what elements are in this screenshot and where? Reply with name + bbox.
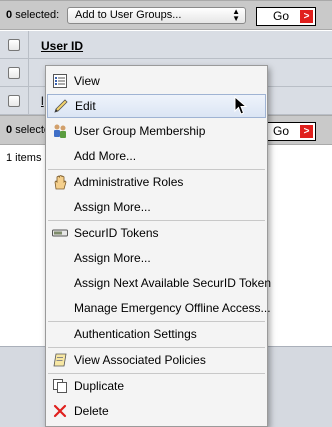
menu-item-manage-emergency-access[interactable]: Manage Emergency Offline Access...: [46, 296, 271, 320]
go-arrow-icon: >: [300, 10, 313, 23]
select-all-checkbox[interactable]: [8, 39, 20, 51]
table-header-row: User ID: [0, 31, 332, 59]
top-action-bar: 0 selected: Add to User Groups... ▲ ▼ Go …: [0, 0, 332, 30]
menu-item-administrative-roles[interactable]: Administrative Roles: [46, 170, 267, 194]
hand-icon: [54, 175, 67, 190]
menu-item-view[interactable]: View: [46, 69, 267, 93]
bulk-action-select-value: Add to User Groups...: [75, 9, 182, 21]
menu-item-user-group-membership[interactable]: User Group Membership: [46, 119, 267, 143]
view-icon: [53, 74, 67, 88]
menu-item-assign-next-token[interactable]: Assign Next Available SecurID Token: [46, 271, 271, 295]
menu-item-assign-more-tokens[interactable]: Assign More...: [46, 246, 267, 270]
menu-item-authentication-settings[interactable]: Authentication Settings: [46, 322, 267, 346]
go-arrow-icon: >: [300, 125, 313, 138]
delete-x-icon: [53, 404, 67, 418]
mouse-cursor-icon: [234, 96, 248, 115]
row-checkbox[interactable]: [8, 95, 20, 107]
menu-item-delete[interactable]: Delete: [46, 399, 267, 423]
bulk-action-select[interactable]: Add to User Groups... ▲ ▼: [67, 7, 246, 24]
user-id-link[interactable]: l: [41, 94, 44, 108]
duplicate-icon: [53, 379, 67, 393]
menu-item-duplicate[interactable]: Duplicate: [46, 374, 267, 398]
menu-item-assign-more-roles[interactable]: Assign More...: [46, 195, 267, 219]
menu-item-securid-tokens[interactable]: SecurID Tokens: [46, 221, 267, 245]
selected-count-text: 0 selecte: [6, 124, 51, 136]
user-group-icon: [54, 124, 66, 138]
token-icon: [52, 229, 68, 237]
menu-item-add-more[interactable]: Add More...: [46, 144, 267, 168]
menu-item-view-associated-policies[interactable]: View Associated Policies: [46, 348, 267, 372]
selected-count-text: 0 selected:: [6, 9, 60, 21]
column-header-user-id[interactable]: User ID: [41, 39, 83, 53]
pencil-icon: [54, 99, 68, 113]
go-button[interactable]: Go >: [256, 7, 316, 26]
context-menu: View Edit User Group Membership Add More…: [45, 65, 271, 427]
policy-icon: [53, 353, 67, 367]
select-arrows-icon: ▲ ▼: [232, 7, 240, 23]
row-checkbox[interactable]: [8, 67, 20, 79]
items-count-text: 1 items: [6, 152, 42, 164]
